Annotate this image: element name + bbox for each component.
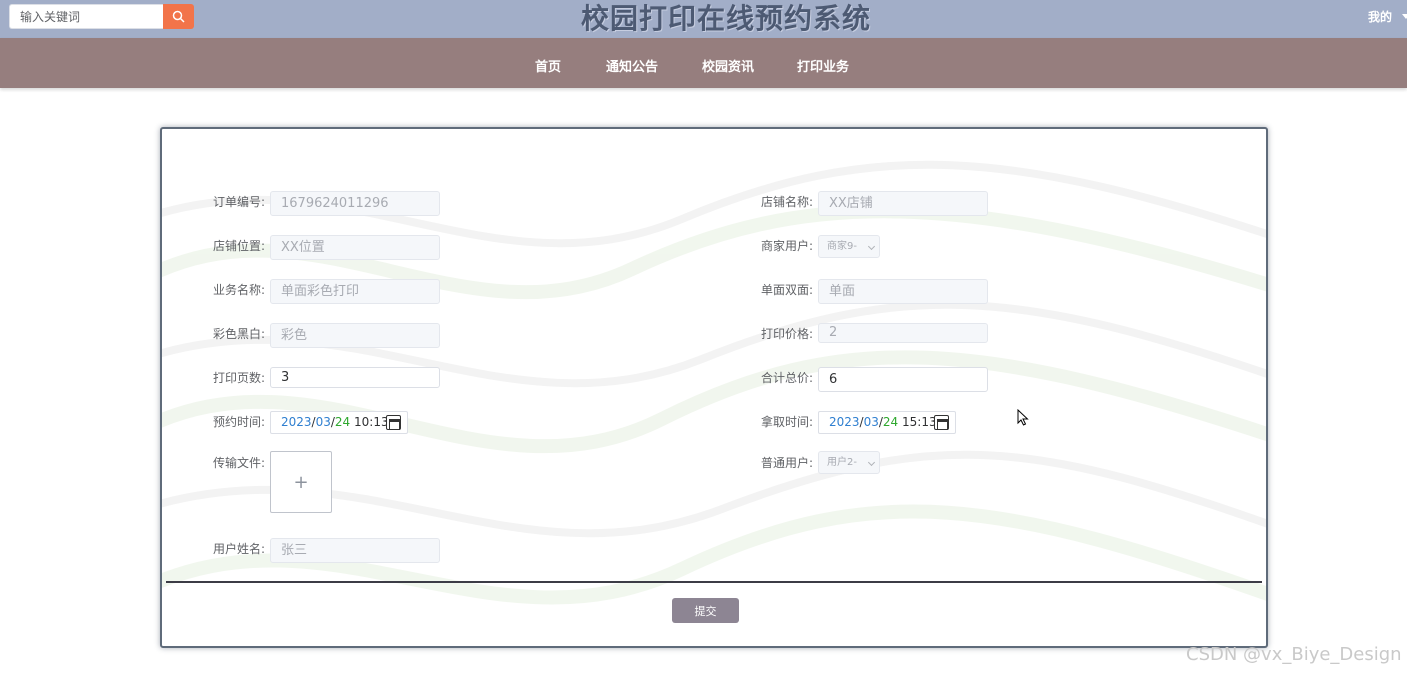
normal-user-select[interactable]: 用户2- [818, 451, 880, 474]
print-pages-input[interactable]: 3 [270, 367, 440, 388]
chevron-down-icon [867, 458, 876, 467]
pickup-time-input[interactable]: 2023/03/24 15:13 [818, 411, 956, 434]
appointment-year: 2023 [281, 415, 312, 429]
nav-item-campus-news[interactable]: 校园资讯 [702, 56, 754, 75]
pickup-month: 03 [863, 415, 879, 429]
chevron-down-icon [867, 242, 876, 251]
upload-file-label: 传输文件: [213, 456, 266, 470]
mouse-cursor-icon [1017, 409, 1029, 426]
total-price-input[interactable]: 6 [818, 367, 988, 392]
print-price-field[interactable]: 2 [818, 323, 988, 343]
nav-item-home[interactable]: 首页 [535, 56, 561, 75]
pickup-year: 2023 [829, 415, 860, 429]
appointment-time-input[interactable]: 2023/03/24 10:13 [270, 411, 408, 434]
color-bw-label: 彩色黑白: [213, 327, 266, 341]
pickup-clock: 15:13 [902, 415, 937, 429]
total-price-label: 合计总价: [761, 371, 814, 385]
shop-name-label: 店铺名称: [761, 195, 814, 209]
order-no-field[interactable]: 1679624011296 [270, 191, 440, 216]
single-double-field[interactable]: 单面 [818, 279, 988, 304]
user-menu-label: 我的 [1367, 10, 1392, 24]
normal-user-label: 普通用户: [761, 456, 814, 470]
merchant-user-select[interactable]: 商家9- [818, 235, 880, 258]
shop-name-field[interactable]: XX店铺 [818, 191, 988, 216]
appointment-day: 24 [334, 415, 351, 429]
plus-icon: + [293, 471, 309, 493]
user-name-label: 用户姓名: [213, 542, 266, 556]
watermark-text: CSDN @vx_Biye_Design [1186, 644, 1402, 665]
upload-file-button[interactable]: + [270, 451, 332, 513]
print-price-label: 打印价格: [761, 327, 814, 341]
appointment-time-label: 预约时间: [213, 415, 266, 429]
single-double-label: 单面双面: [761, 283, 814, 297]
order-no-label: 订单编号: [213, 195, 266, 209]
order-form-card: 订单编号: 1679624011296 店铺位置: XX位置 业务名称: 单面彩… [160, 127, 1268, 648]
user-menu[interactable]: 我的 [1368, 8, 1407, 25]
shop-location-field[interactable]: XX位置 [270, 235, 440, 260]
normal-user-value: 用户2- [827, 457, 857, 468]
top-bar: 校园打印在线预约系统 我的 [0, 0, 1407, 38]
business-name-label: 业务名称: [213, 283, 266, 297]
business-name-field[interactable]: 单面彩色打印 [270, 279, 440, 304]
chevron-down-icon [1402, 14, 1407, 19]
pickup-time-label: 拿取时间: [761, 415, 814, 429]
appointment-month: 03 [315, 415, 331, 429]
submit-button[interactable]: 提交 [672, 598, 739, 623]
calendar-icon[interactable] [934, 415, 949, 430]
site-title: 校园打印在线预约系统 [580, 2, 871, 35]
calendar-icon[interactable] [386, 415, 401, 430]
form-divider [166, 581, 1262, 583]
nav-item-notices[interactable]: 通知公告 [606, 56, 658, 75]
print-pages-label: 打印页数: [213, 371, 266, 385]
nav-item-print-business[interactable]: 打印业务 [797, 56, 849, 75]
main-nav: 首页 通知公告 校园资讯 打印业务 [0, 38, 1407, 88]
pickup-day: 24 [882, 415, 899, 429]
color-bw-field[interactable]: 彩色 [270, 323, 440, 348]
merchant-user-label: 商家用户: [761, 239, 814, 253]
shop-location-label: 店铺位置: [213, 239, 266, 253]
merchant-user-value: 商家9- [827, 241, 857, 252]
user-name-field[interactable]: 张三 [270, 538, 440, 563]
appointment-clock: 10:13 [354, 415, 389, 429]
